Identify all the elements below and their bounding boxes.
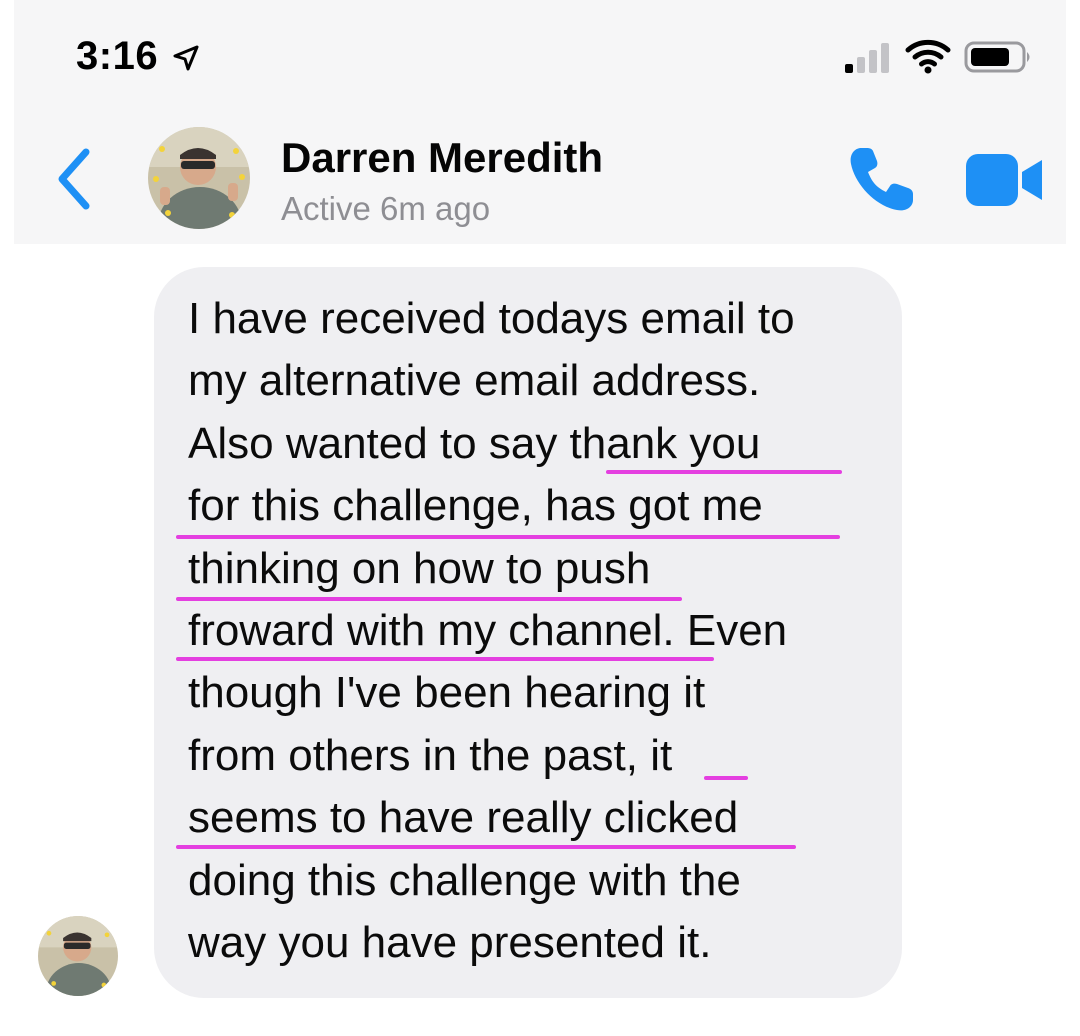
avatar-photo <box>148 127 250 229</box>
wifi-icon <box>905 39 951 74</box>
status-time: 3:16 <box>76 34 159 78</box>
highlight-underline <box>176 845 796 849</box>
message-text: I have received todays email to my alter… <box>188 288 795 974</box>
contact-name[interactable]: Darren Meredith <box>281 134 603 182</box>
phone-icon[interactable] <box>845 144 917 216</box>
message-line: doing this challenge with the <box>188 855 741 905</box>
message-line: my alternative email address. <box>188 356 761 406</box>
sender-avatar[interactable] <box>38 916 118 996</box>
active-status: Active 6m ago <box>281 190 491 227</box>
highlight-underline <box>704 776 748 780</box>
highlight-underline <box>176 535 840 539</box>
cellular-signal-icon <box>845 43 889 73</box>
message-line: though I've been hearing it <box>188 668 706 718</box>
message-line: seems to have really clicked <box>188 793 739 843</box>
highlight-underline <box>606 470 842 474</box>
message-line: froward with my channel. Even <box>188 605 788 655</box>
highlight-underline <box>176 657 714 661</box>
battery-icon <box>964 41 1030 73</box>
message-line: I have received todays email to <box>188 294 795 343</box>
messenger-conversation-screen: 3:16 Darren Meredith Active 6m ago I hav… <box>0 0 1080 1036</box>
contact-avatar[interactable] <box>148 127 250 229</box>
location-arrow-icon <box>173 45 199 71</box>
message-line: way you have presented it. <box>188 917 712 967</box>
sender-avatar-photo <box>38 916 118 996</box>
message-line: thinking on how to push <box>188 543 651 593</box>
highlight-underline <box>176 597 682 601</box>
chevron-left-icon[interactable] <box>52 146 96 212</box>
message-line: for this challenge, has got me <box>188 481 763 531</box>
video-camera-icon[interactable] <box>964 152 1046 208</box>
message-line: Also wanted to say thank you <box>188 418 761 468</box>
